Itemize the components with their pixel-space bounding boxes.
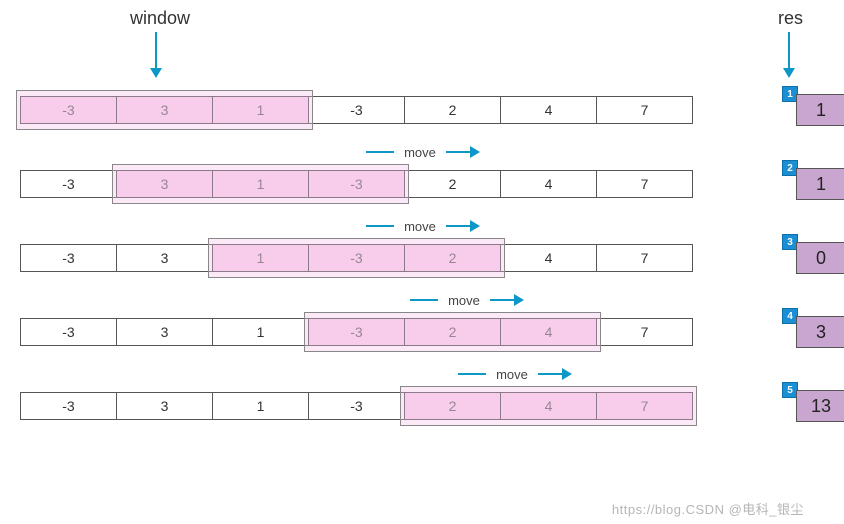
arrow-down-icon [155,32,157,76]
move-label: move [448,293,480,308]
array-row: -331-324743 [20,318,824,350]
array-cell: -3 [308,392,405,420]
array-cell: -3 [20,392,117,420]
arrow-right-icon [538,373,570,375]
array-row: -331-324711 [20,96,824,128]
result-box: 13 [796,390,844,422]
move-indicator: move [20,140,824,164]
array-cell: -3 [308,96,405,124]
move-indicator: move [20,214,824,238]
array-cell: 7 [596,96,693,124]
move-indicator: move [20,288,824,312]
array-cell: 4 [500,318,597,346]
array-cell: 3 [116,170,213,198]
array-cell: 3 [116,244,213,272]
array-row: -331-3247513 [20,392,824,424]
array-cell: -3 [308,170,405,198]
watermark-text: https://blog.CSDN @电科_银尘 [612,499,804,518]
line-icon [410,299,438,301]
line-icon [458,373,486,375]
move-label: move [404,145,436,160]
array-cell: 4 [500,392,597,420]
array-cell: 1 [212,392,309,420]
array-cell: -3 [308,318,405,346]
arrow-right-icon [446,225,478,227]
array-cell: 4 [500,96,597,124]
arrow-right-icon [446,151,478,153]
arrow-down-icon [788,32,790,76]
array-cell: 2 [404,170,501,198]
line-icon [366,151,394,153]
array-cell: 7 [596,318,693,346]
array-cell: 4 [500,244,597,272]
array-cell: 7 [596,244,693,272]
array-row: -331-324730 [20,244,824,276]
array-cell: 3 [116,392,213,420]
array-cell: 1 [212,318,309,346]
result-box: 0 [796,242,844,274]
array-cell: 2 [404,244,501,272]
array-cell: -3 [20,96,117,124]
array-cell: 4 [500,170,597,198]
window-label: window [130,8,190,29]
array-cell: 2 [404,318,501,346]
array-cell: -3 [20,318,117,346]
array-cell: 7 [596,392,693,420]
array-cell: -3 [20,244,117,272]
array-cell: 7 [596,170,693,198]
move-label: move [404,219,436,234]
array-cell: 1 [212,96,309,124]
move-indicator: move [20,362,824,386]
result-box: 1 [796,94,844,126]
result-box: 1 [796,168,844,200]
array-cell: 3 [116,318,213,346]
line-icon [366,225,394,227]
move-label: move [496,367,528,382]
array-cell: 3 [116,96,213,124]
res-label: res [778,8,803,29]
array-cell: -3 [308,244,405,272]
array-cell: 1 [212,170,309,198]
arrow-right-icon [490,299,522,301]
array-cell: 2 [404,392,501,420]
array-cell: 2 [404,96,501,124]
result-box: 3 [796,316,844,348]
array-cell: 1 [212,244,309,272]
array-row: -331-324721 [20,170,824,202]
array-cell: -3 [20,170,117,198]
